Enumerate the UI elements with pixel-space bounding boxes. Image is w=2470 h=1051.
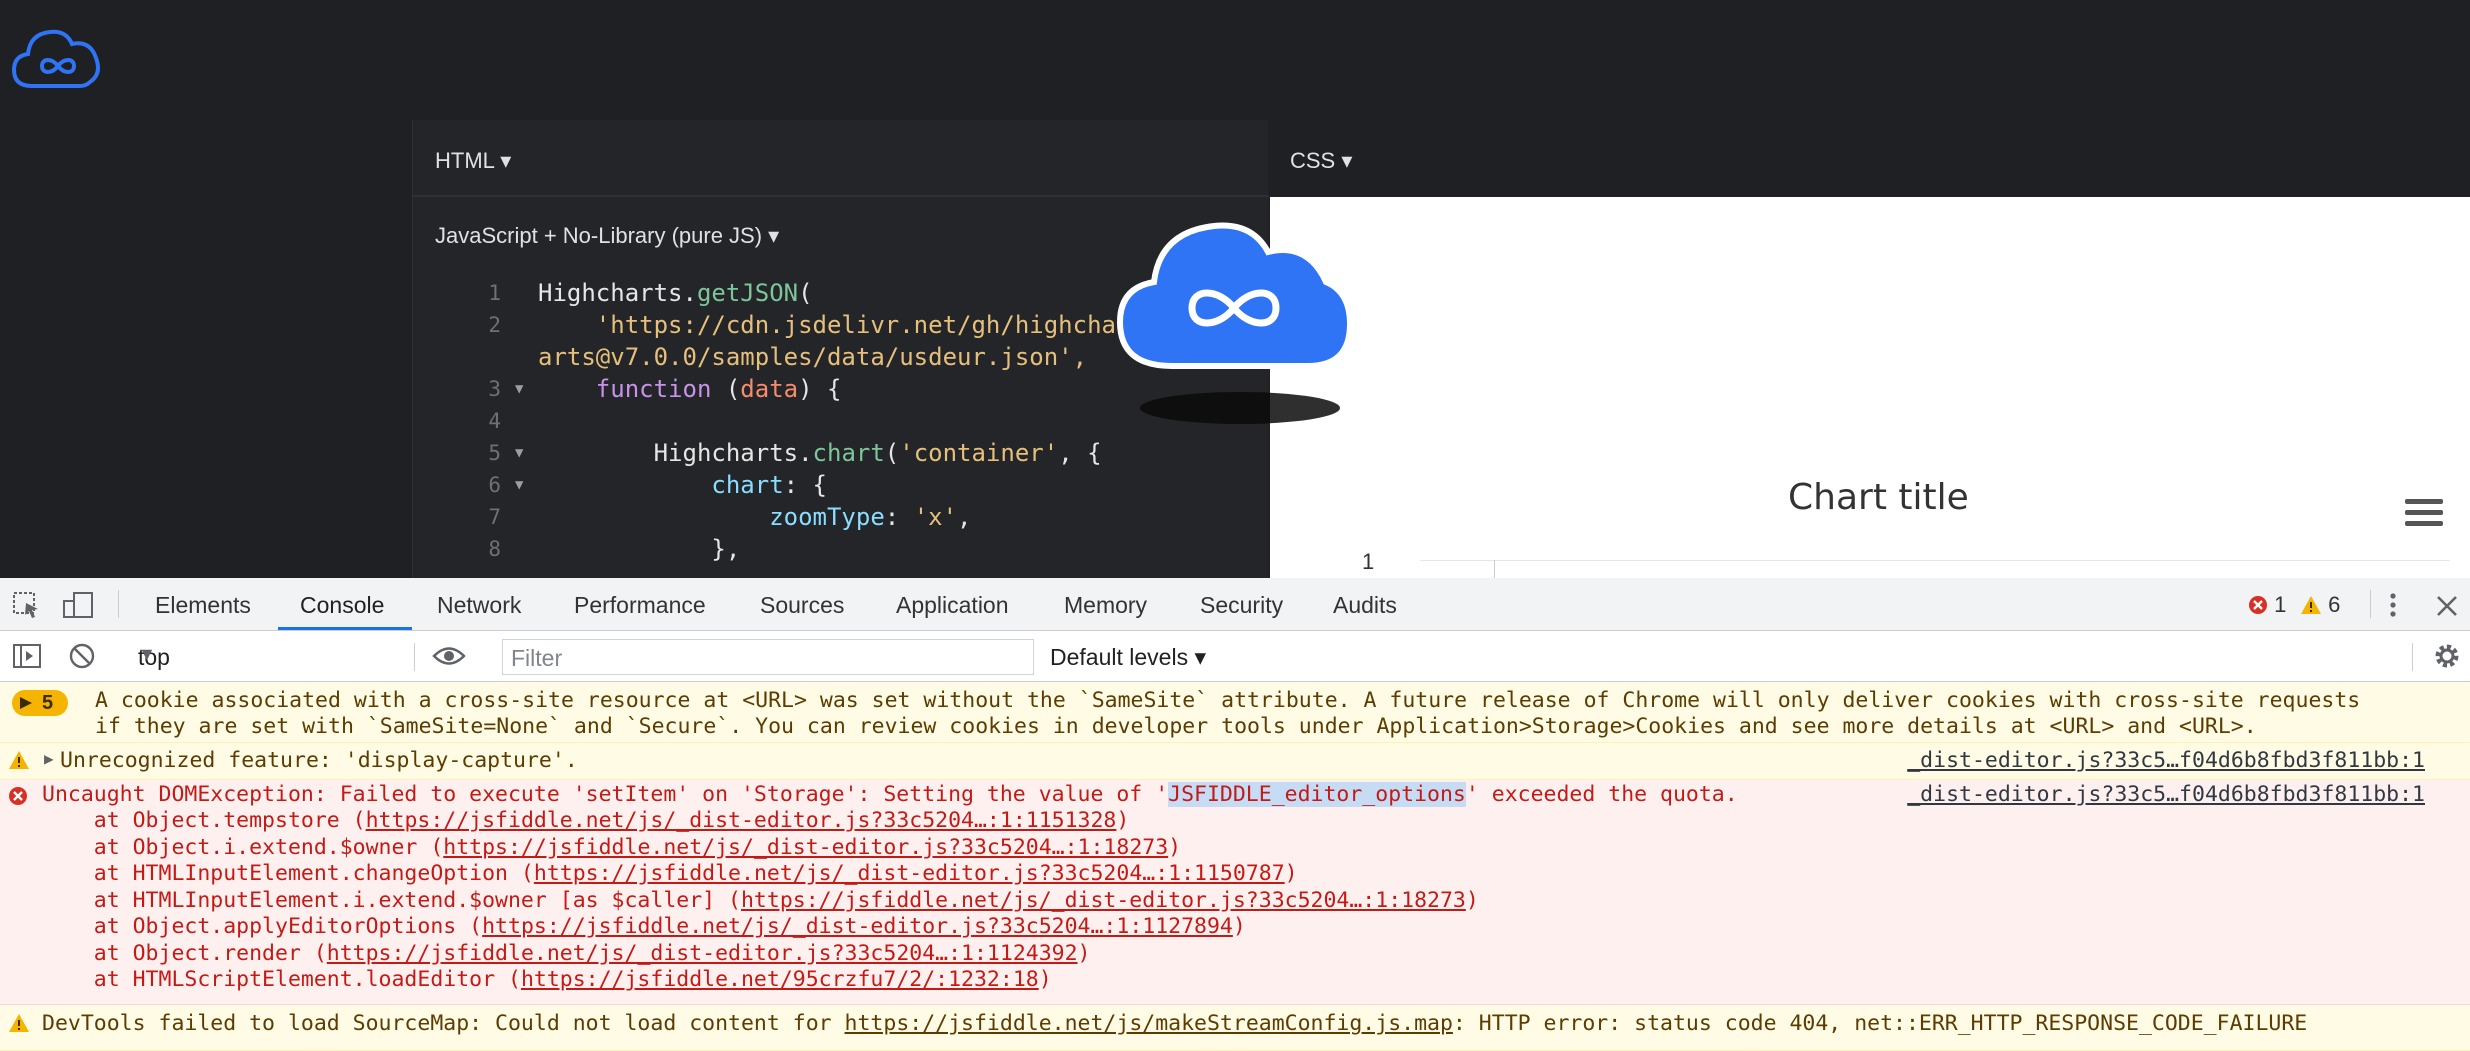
live-expression-eye-icon[interactable] bbox=[432, 643, 466, 674]
chart-menu-icon[interactable] bbox=[2405, 499, 2443, 532]
stack-link[interactable]: https://jsfiddle.net/js/_dist-editor.js?… bbox=[482, 914, 1233, 939]
tab-application[interactable]: Application bbox=[896, 592, 1009, 619]
tab-memory[interactable]: Memory bbox=[1064, 592, 1147, 619]
js-pane-label[interactable]: JavaScript + No-Library (pure JS) ▾ bbox=[435, 223, 779, 249]
y-axis-tick-label: 1 bbox=[1362, 549, 1375, 574]
stack-link[interactable]: https://jsfiddle.net/js/_dist-editor.js?… bbox=[443, 835, 1168, 860]
tab-sources[interactable]: Sources bbox=[760, 592, 844, 619]
context-select[interactable]: top ▼ bbox=[126, 639, 398, 673]
active-tab-indicator bbox=[278, 627, 412, 630]
warning-icon bbox=[2301, 596, 2321, 614]
top-bar bbox=[0, 0, 2470, 120]
fold-arrow-icon[interactable]: ▼ bbox=[515, 373, 523, 405]
tab-elements[interactable]: Elements bbox=[155, 592, 251, 619]
console-settings-gear-icon[interactable] bbox=[2432, 641, 2462, 676]
console-message-sourcemap-warning[interactable]: DevTools failed to load SourceMap: Could… bbox=[0, 1005, 2470, 1051]
tab-audits[interactable]: Audits bbox=[1333, 592, 1397, 619]
code-line[interactable]: 7 zoomType: 'x', bbox=[413, 501, 1269, 533]
console-message-feature-warning[interactable]: ▶ Unrecognized feature: 'display-capture… bbox=[0, 743, 2470, 780]
filter-input[interactable]: Filter bbox=[502, 639, 1034, 675]
css-pane[interactable]: CSS ▾ bbox=[1268, 120, 2470, 195]
console-message-cookie-warning[interactable]: 5 A cookie associated with a cross-site … bbox=[0, 682, 2470, 743]
tab-network[interactable]: Network bbox=[437, 592, 521, 619]
device-toolbar-icon[interactable] bbox=[62, 591, 96, 624]
code-line[interactable]: 3 ▼ function (data) { bbox=[413, 373, 1269, 405]
stack-link[interactable]: https://jsfiddle.net/js/_dist-editor.js?… bbox=[366, 808, 1117, 833]
repeat-count-badge[interactable]: 5 bbox=[12, 690, 68, 716]
error-icon bbox=[9, 787, 27, 805]
stack-link[interactable]: https://jsfiddle.net/js/_dist-editor.js?… bbox=[534, 861, 1285, 886]
more-options-icon[interactable] bbox=[2383, 591, 2403, 624]
stack-trace: at Object.tempstore (https://jsfiddle.ne… bbox=[42, 808, 1479, 992]
devtools-panel[interactable]: Elements Console Network Performance Sou… bbox=[0, 578, 2470, 1051]
jsfiddle-logo-icon[interactable] bbox=[10, 22, 104, 99]
code-line[interactable]: 6 ▼ chart: { bbox=[413, 469, 1269, 501]
fold-arrow-icon[interactable]: ▼ bbox=[515, 437, 523, 469]
tab-performance[interactable]: Performance bbox=[574, 592, 706, 619]
logo-shadow bbox=[1140, 392, 1340, 424]
result-pane[interactable]: Chart title 1 bbox=[1270, 197, 2470, 578]
chart-plot-line bbox=[1494, 560, 1495, 578]
stack-link[interactable]: https://jsfiddle.net/95crzfu7/2/:1232:18 bbox=[521, 967, 1039, 992]
chart-title: Chart title bbox=[1788, 477, 1969, 518]
warning-icon bbox=[9, 1014, 29, 1032]
html-pane[interactable]: HTML ▾ bbox=[412, 120, 1269, 197]
clear-console-icon[interactable] bbox=[68, 642, 96, 675]
source-link[interactable]: _dist-editor.js?33c5…f04d6b8fbd3f811bb:1 bbox=[1907, 782, 2425, 807]
tab-security[interactable]: Security bbox=[1200, 592, 1283, 619]
close-devtools-icon[interactable] bbox=[2434, 591, 2460, 624]
error-icon bbox=[2249, 596, 2267, 614]
console-toolbar: top ▼ Filter Default levels ▾ bbox=[0, 631, 2470, 682]
console-sidebar-icon[interactable] bbox=[12, 642, 42, 675]
expand-triangle-icon[interactable]: ▶ bbox=[44, 749, 54, 768]
html-pane-label[interactable]: HTML ▾ bbox=[435, 148, 511, 174]
stack-link[interactable]: https://jsfiddle.net/js/_dist-editor.js?… bbox=[741, 888, 1466, 913]
code-line[interactable]: 8 }, bbox=[413, 533, 1269, 565]
chevron-down-icon: ▼ bbox=[138, 644, 156, 664]
stack-link[interactable]: https://jsfiddle.net/js/_dist-editor.js?… bbox=[327, 941, 1078, 966]
warning-icon bbox=[9, 751, 29, 769]
devtools-tab-bar: Elements Console Network Performance Sou… bbox=[0, 578, 2470, 631]
fold-arrow-icon[interactable]: ▼ bbox=[515, 469, 523, 501]
tab-console[interactable]: Console bbox=[300, 592, 384, 619]
inspect-element-icon[interactable] bbox=[12, 591, 42, 624]
sourcemap-link[interactable]: https://jsfiddle.net/js/makeStreamConfig… bbox=[845, 1011, 1453, 1036]
code-line[interactable]: 5 ▼ Highcharts.chart('container', { bbox=[413, 437, 1269, 469]
warning-count-badge[interactable]: 6 bbox=[2300, 592, 2340, 618]
console-message-error[interactable]: Uncaught DOMException: Failed to execute… bbox=[0, 780, 2470, 1005]
jsfiddle-loading-logo-icon bbox=[1112, 210, 1356, 375]
sidebar bbox=[0, 120, 412, 578]
error-count-badge[interactable]: 1 bbox=[2248, 592, 2286, 618]
chart-gridline bbox=[1420, 560, 2450, 561]
source-link[interactable]: _dist-editor.js?33c5…f04d6b8fbd3f811bb:1 bbox=[1907, 748, 2425, 773]
css-pane-label[interactable]: CSS ▾ bbox=[1290, 148, 1352, 174]
log-levels-dropdown[interactable]: Default levels ▾ bbox=[1050, 644, 1206, 671]
